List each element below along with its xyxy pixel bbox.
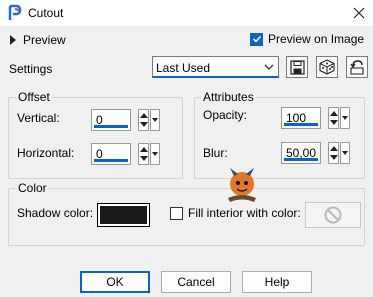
no-color-icon: [324, 206, 342, 224]
settings-label: Settings: [9, 62, 53, 76]
title-bar: Cutout: [0, 0, 373, 26]
opacity-dropdown[interactable]: [340, 107, 350, 129]
preview-on-image-checkbox[interactable]: Preview on Image: [250, 32, 364, 46]
vertical-slider-bar: [94, 125, 128, 128]
vertical-spinner[interactable]: [138, 109, 149, 131]
app-logo-icon: [8, 4, 22, 20]
dropdown-arrow-icon: [342, 151, 348, 155]
help-button[interactable]: Help: [242, 271, 312, 293]
settings-dropdown[interactable]: Last Used: [152, 56, 279, 78]
preview-label: Preview: [23, 33, 66, 47]
blur-spinner[interactable]: [328, 142, 339, 164]
dropdown-arrow-icon: [152, 152, 158, 156]
ok-button[interactable]: OK: [80, 271, 150, 293]
vertical-label: Vertical:: [17, 111, 60, 125]
offset-group-label: Offset: [16, 90, 52, 104]
spin-up-icon: [330, 146, 338, 151]
vertical-dropdown[interactable]: [150, 109, 160, 131]
close-icon: [353, 7, 365, 19]
blur-input[interactable]: 50,00: [281, 142, 321, 164]
dropdown-arrow-icon: [342, 116, 348, 120]
opacity-input[interactable]: 100: [281, 107, 321, 129]
horizontal-input[interactable]: 0: [91, 143, 131, 165]
cancel-button[interactable]: Cancel: [161, 271, 231, 293]
color-group-label: Color: [16, 181, 49, 195]
expand-triangle-icon: [10, 35, 16, 45]
spin-up-icon: [140, 113, 148, 118]
close-button[interactable]: [345, 0, 373, 26]
shadow-color-swatch[interactable]: [97, 203, 150, 227]
attributes-group-label: Attributes: [201, 90, 256, 104]
watermark-logo: [228, 168, 256, 202]
spin-down-icon: [140, 122, 148, 127]
reset-button[interactable]: [346, 56, 368, 78]
spin-up-icon: [140, 147, 148, 152]
reset-icon: [350, 60, 364, 75]
blur-label: Blur:: [203, 146, 228, 160]
horizontal-slider-bar: [94, 159, 128, 162]
spin-up-icon: [330, 111, 338, 116]
dropdown-arrow-icon: [152, 118, 158, 122]
checkbox-unchecked-icon: [170, 206, 183, 220]
shadow-color-fill: [100, 206, 147, 224]
randomize-icon: [319, 59, 335, 75]
spin-down-icon: [330, 120, 338, 125]
fill-interior-color-swatch[interactable]: [305, 202, 361, 228]
horizontal-dropdown[interactable]: [150, 143, 160, 165]
opacity-label: Opacity:: [203, 108, 248, 122]
preview-toggle[interactable]: Preview: [10, 33, 66, 47]
horizontal-label: Horizontal:: [17, 146, 75, 160]
horizontal-spinner[interactable]: [138, 143, 149, 165]
settings-selected-value: Last Used: [156, 61, 211, 75]
blur-dropdown[interactable]: [340, 142, 350, 164]
preview-on-image-label: Preview on Image: [268, 32, 365, 46]
spin-down-icon: [140, 156, 148, 161]
chevron-down-icon: [264, 64, 274, 70]
vertical-input[interactable]: 0: [91, 109, 131, 131]
shadow-color-label: Shadow color:: [17, 206, 94, 220]
opacity-slider-bar: [284, 123, 318, 126]
save-preset-button[interactable]: [286, 56, 308, 78]
spin-down-icon: [330, 155, 338, 160]
blur-slider-bar: [284, 158, 318, 161]
checkbox-checked-icon: [250, 32, 263, 46]
window-title: Cutout: [28, 6, 64, 20]
save-preset-icon: [289, 59, 305, 75]
randomize-button[interactable]: [316, 56, 338, 78]
opacity-spinner[interactable]: [328, 107, 339, 129]
